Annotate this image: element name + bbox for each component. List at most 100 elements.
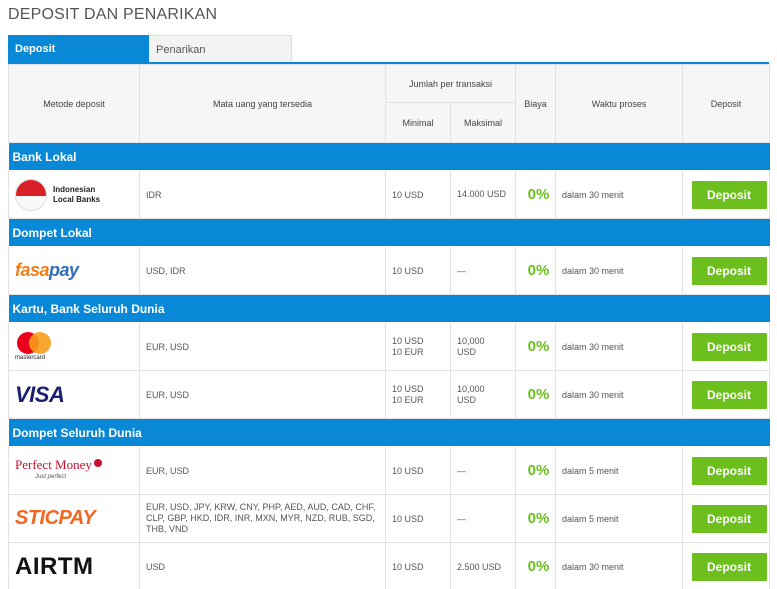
currency-cell: IDR [139, 170, 386, 219]
min-value: 10 EUR [392, 346, 424, 357]
indonesia-flag-icon [15, 178, 47, 211]
min-value: 10 USD [392, 383, 424, 394]
action-cell: Deposit [682, 246, 771, 295]
deposit-button[interactable]: Deposit [691, 552, 767, 581]
category-row: Dompet Seluruh Dunia [8, 418, 770, 447]
action-cell: Deposit [682, 370, 771, 419]
logo-text: Indonesian [53, 184, 96, 194]
min-cell: 10 USD [385, 446, 451, 495]
header-max: Maksimal [449, 102, 517, 143]
method-cell: fasapay [8, 246, 140, 295]
action-cell: Deposit [682, 322, 771, 371]
header-per-transaction: Jumlah per transaksi [384, 64, 517, 103]
header-method: Metode deposit [8, 64, 140, 143]
min-cell: 10 USD [385, 246, 451, 295]
method-cell: STICPAY [8, 494, 140, 543]
visa-logo: VISA [15, 381, 65, 407]
max-cell: 14.000 USD [449, 170, 517, 219]
fee-cell: 0% [515, 322, 557, 371]
currency-cell: EUR, USD, JPY, KRW, CNY, PHP, AED, AUD, … [139, 494, 386, 543]
deposit-button[interactable]: Deposit [691, 380, 767, 409]
action-cell: Deposit [682, 446, 771, 495]
currency-cell: EUR, USD [139, 446, 386, 495]
currency-cell: EUR, USD [139, 370, 386, 419]
time-cell: dalam 5 menit [555, 494, 684, 543]
indonesian-banks-logo: Indonesian Local Banks [15, 178, 139, 211]
table-row: STICPAY EUR, USD, JPY, KRW, CNY, PHP, AE… [8, 494, 771, 543]
min-cell: 10 USD 10 EUR [385, 370, 451, 419]
fee-cell: 0% [515, 542, 557, 589]
time-cell: dalam 30 menit [555, 370, 684, 419]
table-row: Perfect Money Just perfect EUR, USD 10 US… [8, 446, 771, 495]
table-row: VISA EUR, USD 10 USD 10 EUR 10,000 USD 0% … [8, 370, 771, 419]
header-fee: Biaya [515, 64, 557, 143]
logo-text: mastercard [15, 355, 46, 361]
currency-cell: USD, IDR [139, 246, 386, 295]
min-cell: 10 USD [385, 170, 451, 219]
tab-deposit[interactable]: Deposit [8, 35, 149, 63]
table-row: fasapay USD, IDR 10 USD — 0% dalam 30 me… [8, 246, 771, 295]
deposit-button[interactable]: Deposit [691, 332, 767, 361]
deposit-table: Metode deposit Mata uang yang tersedia J… [8, 64, 771, 589]
category-bank-local: Bank Lokal [8, 142, 770, 171]
method-cell: mastercard [8, 322, 140, 371]
category-row: Kartu, Bank Seluruh Dunia [8, 294, 770, 323]
sticpay-logo: STICPAY [15, 507, 96, 529]
category-row: Bank Lokal [8, 142, 770, 171]
category-row: Dompet Lokal [8, 218, 770, 247]
min-value: 10 EUR [392, 394, 424, 405]
logo-text: Local Banks [53, 194, 101, 204]
table-row: AIRTM USD 10 USD 2.500 USD 0% dalam 30 m… [8, 542, 771, 589]
max-value: USD [457, 394, 477, 405]
action-cell: Deposit [682, 494, 771, 543]
tab-bar: Deposit Penarikan [8, 35, 292, 63]
min-cell: 10 USD [385, 494, 451, 543]
max-cell: — [449, 446, 517, 495]
fasapay-logo: fasapay [15, 260, 139, 281]
max-value: USD [457, 346, 477, 357]
max-cell: — [449, 494, 517, 543]
page-title: DEPOSIT DAN PENARIKAN [8, 6, 218, 23]
category-card-world: Kartu, Bank Seluruh Dunia [8, 294, 770, 323]
fee-cell: 0% [515, 170, 557, 219]
airtm-logo: AIRTM [15, 552, 94, 580]
time-cell: dalam 30 menit [555, 542, 684, 589]
max-value: 10,000 [457, 335, 485, 346]
header-deposit: Deposit [682, 64, 771, 143]
deposit-button[interactable]: Deposit [691, 180, 767, 209]
header-min: Minimal [385, 102, 451, 143]
currency-cell: USD [139, 542, 386, 589]
max-cell: — [449, 246, 517, 295]
time-cell: dalam 30 menit [555, 246, 684, 295]
time-cell: dalam 30 menit [555, 322, 684, 371]
mastercard-icon [15, 332, 51, 354]
category-wallet-local: Dompet Lokal [8, 218, 770, 247]
deposit-button[interactable]: Deposit [691, 456, 767, 485]
min-value: 10 USD [392, 335, 424, 346]
max-cell: 2.500 USD [449, 542, 517, 589]
logo-text: pay [49, 260, 79, 280]
method-cell: Indonesian Local Banks [8, 170, 140, 219]
max-value: 10,000 [457, 383, 485, 394]
logo-text: fasa [15, 260, 50, 280]
time-cell: dalam 5 menit [555, 446, 684, 495]
category-wallet-world: Dompet Seluruh Dunia [8, 418, 770, 447]
method-cell: AIRTM [8, 542, 140, 589]
header-currency: Mata uang yang tersedia [139, 64, 386, 143]
method-cell: VISA [8, 370, 140, 419]
currency-cell: EUR, USD [139, 322, 386, 371]
mastercard-logo: mastercard [15, 332, 139, 361]
fee-cell: 0% [515, 494, 557, 543]
pm-badge-icon [93, 458, 102, 467]
deposit-button[interactable]: Deposit [691, 256, 767, 285]
table-row: mastercard EUR, USD 10 USD 10 EUR 10,000 U… [8, 322, 771, 371]
fee-cell: 0% [515, 446, 557, 495]
fee-cell: 0% [515, 246, 557, 295]
max-cell: 10,000 USD [449, 370, 517, 419]
method-cell: Perfect Money Just perfect [8, 446, 140, 495]
max-cell: 10,000 USD [449, 322, 517, 371]
header-time: Waktu proses [555, 64, 684, 143]
logo-text: Just perfect [35, 473, 67, 480]
deposit-button[interactable]: Deposit [691, 504, 767, 533]
tab-penarikan[interactable]: Penarikan [149, 35, 292, 63]
